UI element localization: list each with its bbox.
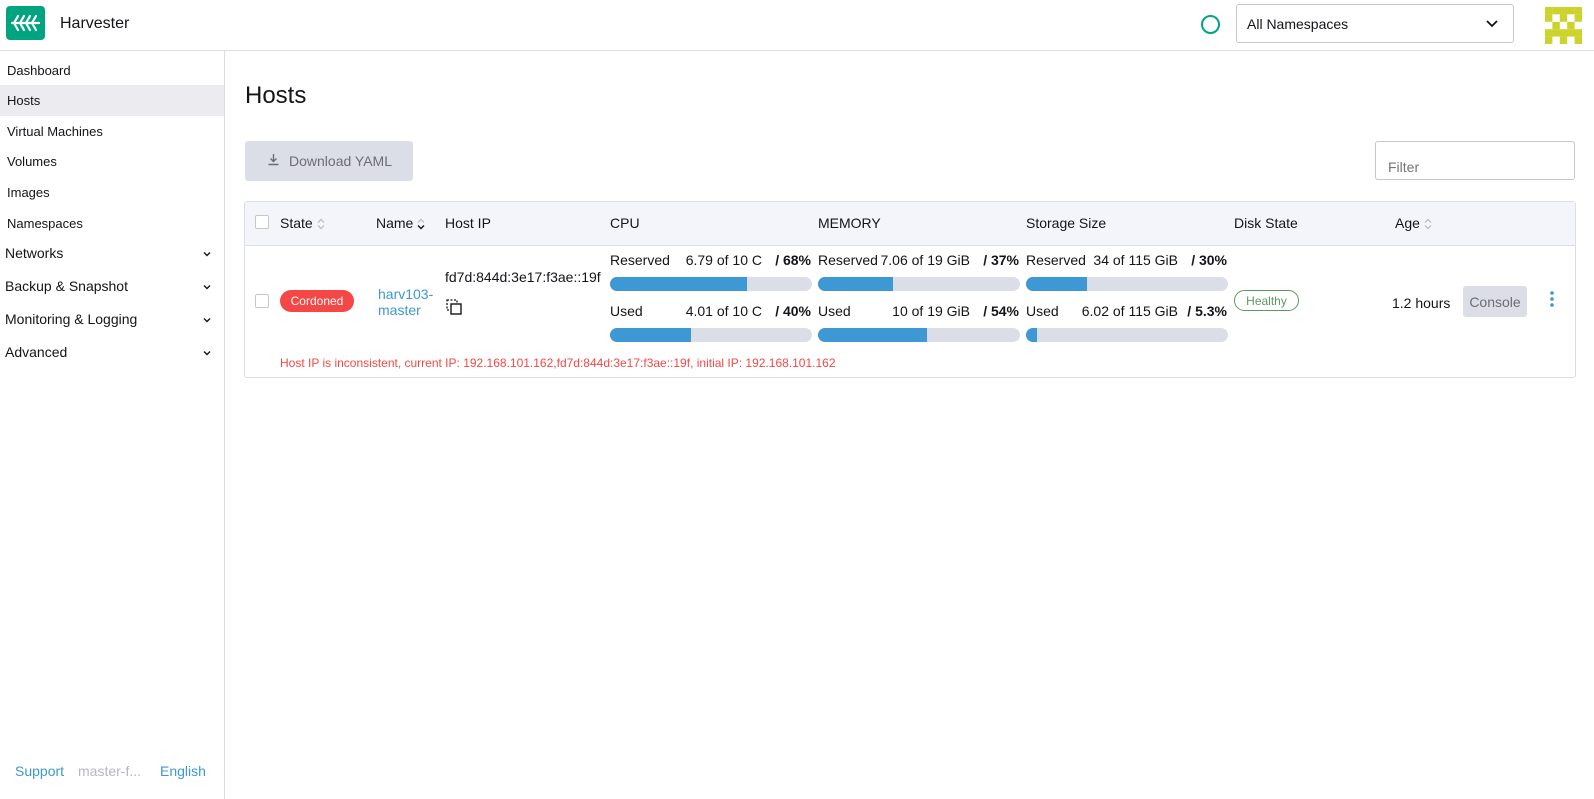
sidebar-item-dashboard[interactable]: Dashboard [0, 55, 224, 86]
chevron-down-icon [203, 351, 211, 356]
hosts-table: State Name Host IP CPU MEMORY Storage Si… [244, 201, 1576, 378]
storage-reserved-bar-fill [1026, 277, 1087, 291]
storage-used-bar [1026, 328, 1228, 342]
cpu-reserved-label: Reserved [610, 252, 670, 268]
sidebar-group-networks[interactable]: Networks [0, 238, 224, 269]
sort-icon [417, 218, 425, 230]
sidebar-group-label: Networks [5, 245, 64, 261]
column-label: Age [1395, 215, 1420, 231]
column-host-ip: Host IP [445, 215, 491, 231]
column-storage-size: Storage Size [1026, 215, 1107, 231]
host-ip-warning: Host IP is inconsistent, current IP: 192… [280, 356, 836, 370]
memory-reserved-percent: / 37% [983, 252, 1019, 268]
memory-reserved-bar-fill [818, 277, 893, 291]
column-age[interactable]: Age [1395, 215, 1432, 231]
host-ip-value: fd7d:844d:3e17:f3ae::19f [445, 269, 601, 285]
console-button[interactable]: Console [1463, 286, 1527, 317]
download-yaml-label: Download YAML [289, 153, 392, 169]
status-ring-icon [1201, 15, 1220, 34]
cpu-reserved-bar [610, 277, 812, 291]
host-name-link[interactable]: harv103-master [378, 286, 438, 318]
cpu-used-value: 4.01 of 10 C [685, 303, 762, 319]
storage-used-label: Used [1026, 303, 1059, 319]
sidebar-group-label: Monitoring & Logging [5, 311, 138, 327]
column-label: Name [376, 215, 414, 231]
column-name[interactable]: Name [376, 215, 425, 231]
sidebar: Dashboard Hosts Virtual Machines Volumes… [0, 51, 225, 799]
version-label: master-f... [78, 763, 142, 779]
sidebar-group-label: Backup & Snapshot [5, 278, 128, 294]
sidebar-item-namespaces[interactable]: Namespaces [0, 208, 224, 239]
memory-reserved-bar [818, 277, 1020, 291]
column-state[interactable]: State [280, 215, 325, 231]
app-title: Harvester [60, 15, 130, 32]
cpu-used-percent: / 40% [775, 303, 811, 319]
filter-input[interactable] [1375, 141, 1575, 180]
column-cpu: CPU [610, 215, 640, 231]
namespace-select[interactable]: All Namespaces [1236, 4, 1514, 43]
memory-used-percent: / 54% [983, 303, 1019, 319]
sidebar-item-volumes[interactable]: Volumes [0, 146, 224, 177]
sidebar-item-virtual-machines[interactable]: Virtual Machines [0, 116, 224, 147]
memory-reserved-value: 7.06 of 19 GiB [880, 252, 970, 268]
user-avatar-icon[interactable] [1545, 7, 1582, 44]
support-link[interactable]: Support [15, 763, 64, 779]
cpu-used-bar-fill [610, 328, 691, 342]
chevron-down-icon [203, 285, 211, 290]
storage-reserved-value: 34 of 115 GiB [1093, 252, 1178, 268]
kebab-menu-icon[interactable] [1549, 290, 1555, 308]
sidebar-item-hosts[interactable]: Hosts [0, 85, 224, 116]
age-value: 1.2 hours [1392, 295, 1451, 311]
cpu-used-bar [610, 328, 812, 342]
download-icon [268, 154, 279, 166]
status-badge: Cordoned [280, 290, 354, 312]
language-link[interactable]: English [160, 763, 206, 779]
storage-used-bar-fill [1026, 328, 1037, 342]
cpu-reserved-bar-fill [610, 277, 748, 291]
storage-reserved-bar [1026, 277, 1228, 291]
chevron-down-icon [203, 318, 211, 323]
column-disk-state: Disk State [1234, 215, 1298, 231]
sort-icon [317, 218, 325, 230]
disk-state-badge: Healthy [1234, 290, 1299, 311]
column-label: State [280, 215, 313, 231]
storage-used-value: 6.02 of 115 GiB [1081, 303, 1178, 319]
memory-used-label: Used [818, 303, 851, 319]
storage-reserved-label: Reserved [1026, 252, 1086, 268]
storage-reserved-percent: / 30% [1191, 252, 1227, 268]
table-header: State Name Host IP CPU MEMORY Storage Si… [245, 202, 1575, 246]
chevron-down-icon [203, 252, 211, 257]
top-header: Harvester All Namespaces [0, 0, 1594, 51]
memory-reserved-label: Reserved [818, 252, 878, 268]
download-yaml-button[interactable]: Download YAML [245, 141, 413, 181]
sidebar-group-label: Advanced [5, 344, 68, 360]
memory-used-value: 10 of 19 GiB [892, 303, 970, 319]
harvester-logo-icon[interactable] [6, 6, 45, 40]
namespace-select-value: All Namespaces [1247, 16, 1349, 32]
select-all-checkbox[interactable] [255, 215, 269, 229]
cpu-reserved-value: 6.79 of 10 C [685, 252, 762, 268]
storage-used-percent: / 5.3% [1187, 303, 1227, 319]
sidebar-item-images[interactable]: Images [0, 177, 224, 208]
sidebar-group-monitoring-logging[interactable]: Monitoring & Logging [0, 304, 224, 335]
sidebar-group-backup-snapshot[interactable]: Backup & Snapshot [0, 271, 224, 302]
row-checkbox[interactable] [255, 294, 269, 308]
chevron-down-icon [1486, 20, 1498, 28]
sort-icon [1424, 218, 1432, 230]
sidebar-group-advanced[interactable]: Advanced [0, 337, 224, 368]
memory-used-bar [818, 328, 1020, 342]
cpu-reserved-percent: / 68% [775, 252, 811, 268]
copy-icon[interactable] [446, 299, 462, 315]
memory-used-bar-fill [818, 328, 928, 342]
page-title: Hosts [245, 82, 307, 109]
column-memory: MEMORY [818, 215, 881, 231]
cpu-used-label: Used [610, 303, 643, 319]
